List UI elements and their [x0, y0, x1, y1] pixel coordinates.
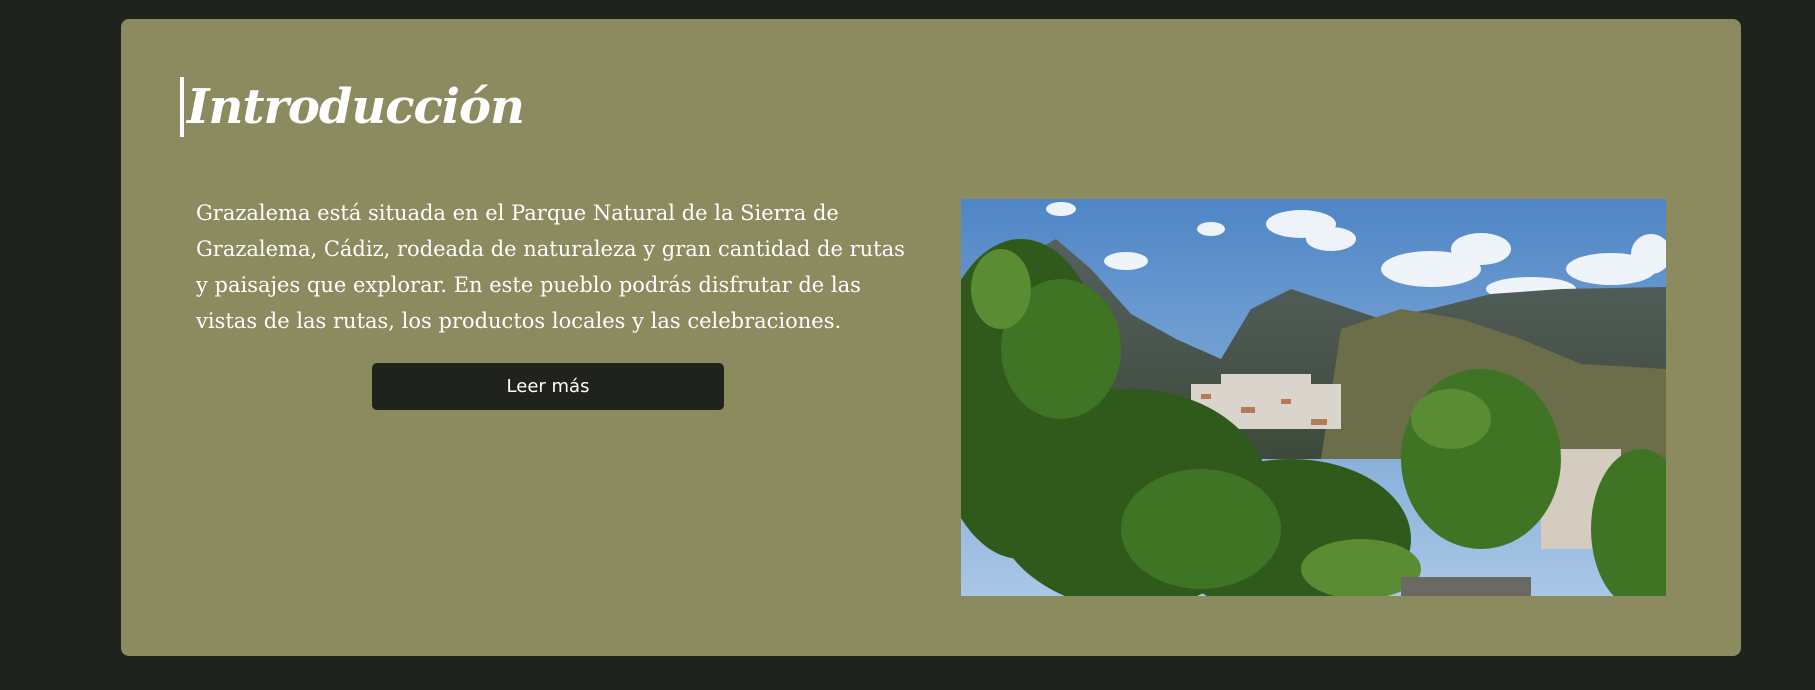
section-title: Introducción: [187, 79, 525, 135]
intro-paragraph: Grazalema está situada en el Parque Natu…: [196, 201, 905, 333]
read-more-button[interactable]: Leer más: [372, 363, 724, 410]
intro-card: Introducción Grazalema está situada en e…: [121, 19, 1741, 656]
section-heading: Introducción: [180, 77, 525, 137]
title-accent-bar: [180, 77, 184, 137]
grazalema-landscape-image: [961, 199, 1666, 596]
